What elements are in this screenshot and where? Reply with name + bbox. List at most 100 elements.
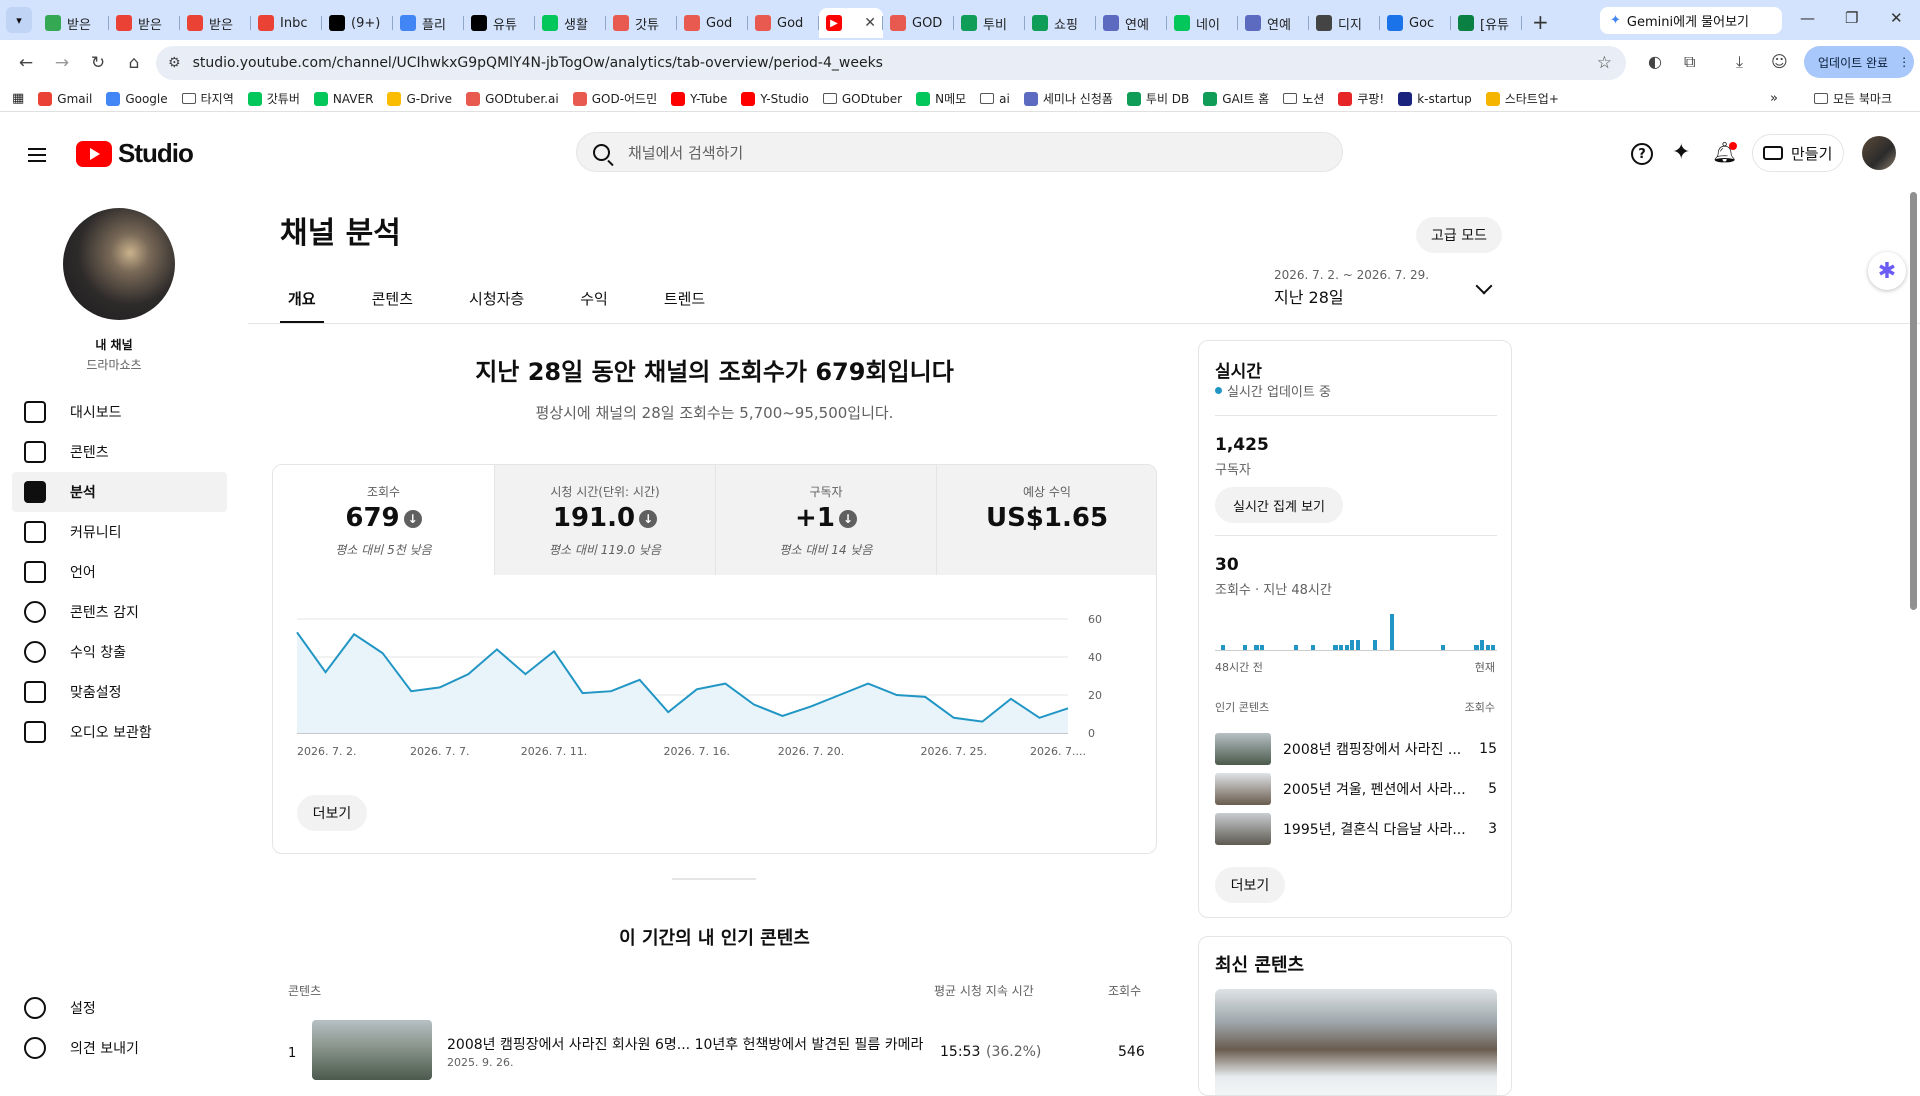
sidebar-item[interactable]: 맞춤설정 bbox=[12, 672, 227, 712]
browser-tab[interactable]: 플리 bbox=[393, 8, 464, 38]
chart-point[interactable] bbox=[523, 672, 527, 676]
realtime-bar[interactable] bbox=[1372, 639, 1378, 650]
chart-point[interactable] bbox=[1037, 716, 1041, 720]
chart-point[interactable] bbox=[780, 714, 784, 718]
sidebar-item[interactable]: 의견 보내기 bbox=[12, 1028, 227, 1068]
browser-tab[interactable]: God bbox=[748, 8, 819, 38]
popular-thumbnail[interactable] bbox=[1215, 813, 1271, 845]
bookmark-item[interactable]: GODtuber.ai bbox=[466, 90, 559, 107]
sidebar-item[interactable]: 오디오 보관함 bbox=[12, 712, 227, 752]
chart-point[interactable] bbox=[695, 687, 699, 691]
download-icon[interactable]: ⤓ bbox=[1736, 52, 1743, 72]
browser-tab[interactable]: 연예 bbox=[1238, 8, 1309, 38]
update-button[interactable]: 업데이트 완료 ⋮ bbox=[1804, 46, 1914, 78]
bookmark-item[interactable]: ai bbox=[980, 90, 1010, 107]
chart-point[interactable] bbox=[438, 685, 442, 689]
apps-icon[interactable]: ▦ bbox=[12, 91, 24, 106]
browser-tab[interactable]: 받은 bbox=[109, 8, 180, 38]
restore-icon[interactable]: ❐ bbox=[1845, 9, 1858, 27]
browser-tab[interactable]: 받은 bbox=[180, 8, 251, 38]
sidebar-item[interactable]: 대시보드 bbox=[12, 392, 227, 432]
bookmark-item[interactable]: 타지역 bbox=[181, 90, 234, 107]
sidebar-item[interactable]: 커뮤니티 bbox=[12, 512, 227, 552]
bookmark-item[interactable]: 세미나 신청폼 bbox=[1023, 90, 1113, 107]
chart-point[interactable] bbox=[723, 682, 727, 686]
chart-point[interactable] bbox=[581, 691, 585, 695]
assistant-fab-icon[interactable]: ✱ bbox=[1868, 252, 1906, 290]
browser-tab[interactable]: 연예 bbox=[1096, 8, 1167, 38]
chart-point[interactable] bbox=[980, 720, 984, 724]
browser-tab[interactable]: God bbox=[677, 8, 748, 38]
realtime-view-button[interactable]: 실시간 집계 보기 bbox=[1215, 487, 1343, 523]
browser-tab[interactable]: [유튜 bbox=[1451, 8, 1522, 38]
bookmark-item[interactable]: k-startup bbox=[1398, 90, 1472, 107]
sparkle-icon[interactable]: ✦ bbox=[1672, 140, 1690, 165]
sidebar-item[interactable]: 분석 bbox=[12, 472, 227, 512]
realtime-bar[interactable] bbox=[1254, 644, 1259, 650]
chart-point[interactable] bbox=[866, 682, 870, 686]
chart-point[interactable] bbox=[809, 704, 813, 708]
realtime-bar[interactable] bbox=[1344, 644, 1349, 650]
help-icon[interactable]: ? bbox=[1631, 143, 1653, 165]
sidebar-item[interactable]: 언어 bbox=[12, 552, 227, 592]
popular-item[interactable]: 1995년, 결혼식 다음날 사라... 3 bbox=[1215, 813, 1497, 845]
metric-card[interactable]: 조회수 679 ↓ 평소 대비 5천 낮음 bbox=[273, 465, 494, 575]
browser-tab[interactable]: Goc bbox=[1380, 8, 1451, 38]
create-button[interactable]: 만들기 bbox=[1752, 134, 1844, 172]
chart-point[interactable] bbox=[495, 647, 499, 651]
realtime-bar[interactable] bbox=[1485, 644, 1490, 650]
video-thumbnail[interactable] bbox=[312, 1020, 432, 1080]
browser-tab[interactable]: (9+) bbox=[322, 8, 393, 38]
chart-point[interactable] bbox=[1009, 697, 1013, 701]
realtime-bar[interactable] bbox=[1356, 639, 1361, 650]
realtime-bar[interactable] bbox=[1220, 644, 1225, 650]
back-icon[interactable]: ← bbox=[16, 53, 36, 73]
realtime-bar[interactable] bbox=[1389, 614, 1394, 650]
tab-search-button[interactable]: ▾ bbox=[6, 7, 32, 33]
chart-point[interactable] bbox=[552, 649, 556, 653]
realtime-bar[interactable] bbox=[1474, 644, 1479, 650]
more-bookmarks-icon[interactable]: » bbox=[1770, 91, 1778, 106]
row-title[interactable]: 2008년 캠핑장에서 사라진 회사원 6명... 10년후 헌책방에서 발견된… bbox=[447, 1034, 927, 1054]
browser-tab[interactable]: 디지 bbox=[1309, 8, 1380, 38]
site-info-icon[interactable]: ⚙ bbox=[168, 55, 181, 71]
reload-icon[interactable]: ↻ bbox=[88, 53, 108, 73]
chart-point[interactable] bbox=[895, 693, 899, 697]
popular-thumbnail[interactable] bbox=[1215, 773, 1271, 805]
chart-point[interactable] bbox=[466, 672, 470, 676]
sidebar-item[interactable]: 설정 bbox=[12, 988, 227, 1028]
browser-tab[interactable]: 받은 bbox=[38, 8, 109, 38]
analytics-tab[interactable]: 콘텐츠 bbox=[364, 284, 421, 324]
bookmark-item[interactable]: 스타트업+ bbox=[1485, 90, 1559, 107]
analytics-tab[interactable]: 트렌드 bbox=[656, 284, 713, 324]
menu-icon[interactable] bbox=[28, 144, 46, 166]
browser-tab[interactable]: 갓튜 bbox=[606, 8, 677, 38]
bookmark-item[interactable]: NAVER bbox=[313, 90, 373, 107]
chart-point[interactable] bbox=[923, 695, 927, 699]
bookmark-item[interactable]: G-Drive bbox=[387, 90, 452, 107]
minimize-icon[interactable]: — bbox=[1800, 9, 1815, 27]
studio-logo[interactable]: Studio bbox=[76, 138, 194, 169]
forward-icon[interactable]: → bbox=[52, 53, 72, 73]
sidebar-item[interactable]: 콘텐츠 bbox=[12, 432, 227, 472]
realtime-bar[interactable] bbox=[1293, 644, 1299, 650]
advanced-mode-button[interactable]: 고급 모드 bbox=[1416, 217, 1502, 253]
metric-card[interactable]: 구독자 +1 ↓ 평소 대비 14 낮음 bbox=[715, 465, 936, 575]
popular-thumbnail[interactable] bbox=[1215, 733, 1271, 765]
table-row[interactable]: 1 2008년 캠핑장에서 사라진 회사원 6명... 10년후 헌책방에서 발… bbox=[272, 1018, 1157, 1080]
url-bar[interactable]: ⚙ studio.youtube.com/channel/UCIhwkxG9pQ… bbox=[156, 46, 1626, 80]
browser-tab[interactable]: 투비 bbox=[954, 8, 1025, 38]
analytics-tab[interactable]: 수익 bbox=[572, 284, 616, 324]
page-scrollbar[interactable] bbox=[1910, 192, 1917, 610]
chart-point[interactable] bbox=[295, 630, 299, 634]
realtime-bar[interactable] bbox=[1310, 644, 1315, 650]
home-icon[interactable]: ⌂ bbox=[124, 53, 144, 73]
account-avatar[interactable] bbox=[1862, 136, 1896, 170]
bookmark-item[interactable]: 갓튜버 bbox=[247, 90, 300, 107]
channel-avatar[interactable] bbox=[63, 208, 175, 320]
bookmark-item[interactable]: GAI트 홈 bbox=[1203, 90, 1269, 107]
channel-search-input[interactable]: 채널에서 검색하기 bbox=[576, 132, 1343, 172]
realtime-bar[interactable] bbox=[1260, 644, 1265, 650]
chart-point[interactable] bbox=[638, 678, 642, 682]
bookmark-item[interactable]: Y-Tube bbox=[671, 90, 727, 107]
